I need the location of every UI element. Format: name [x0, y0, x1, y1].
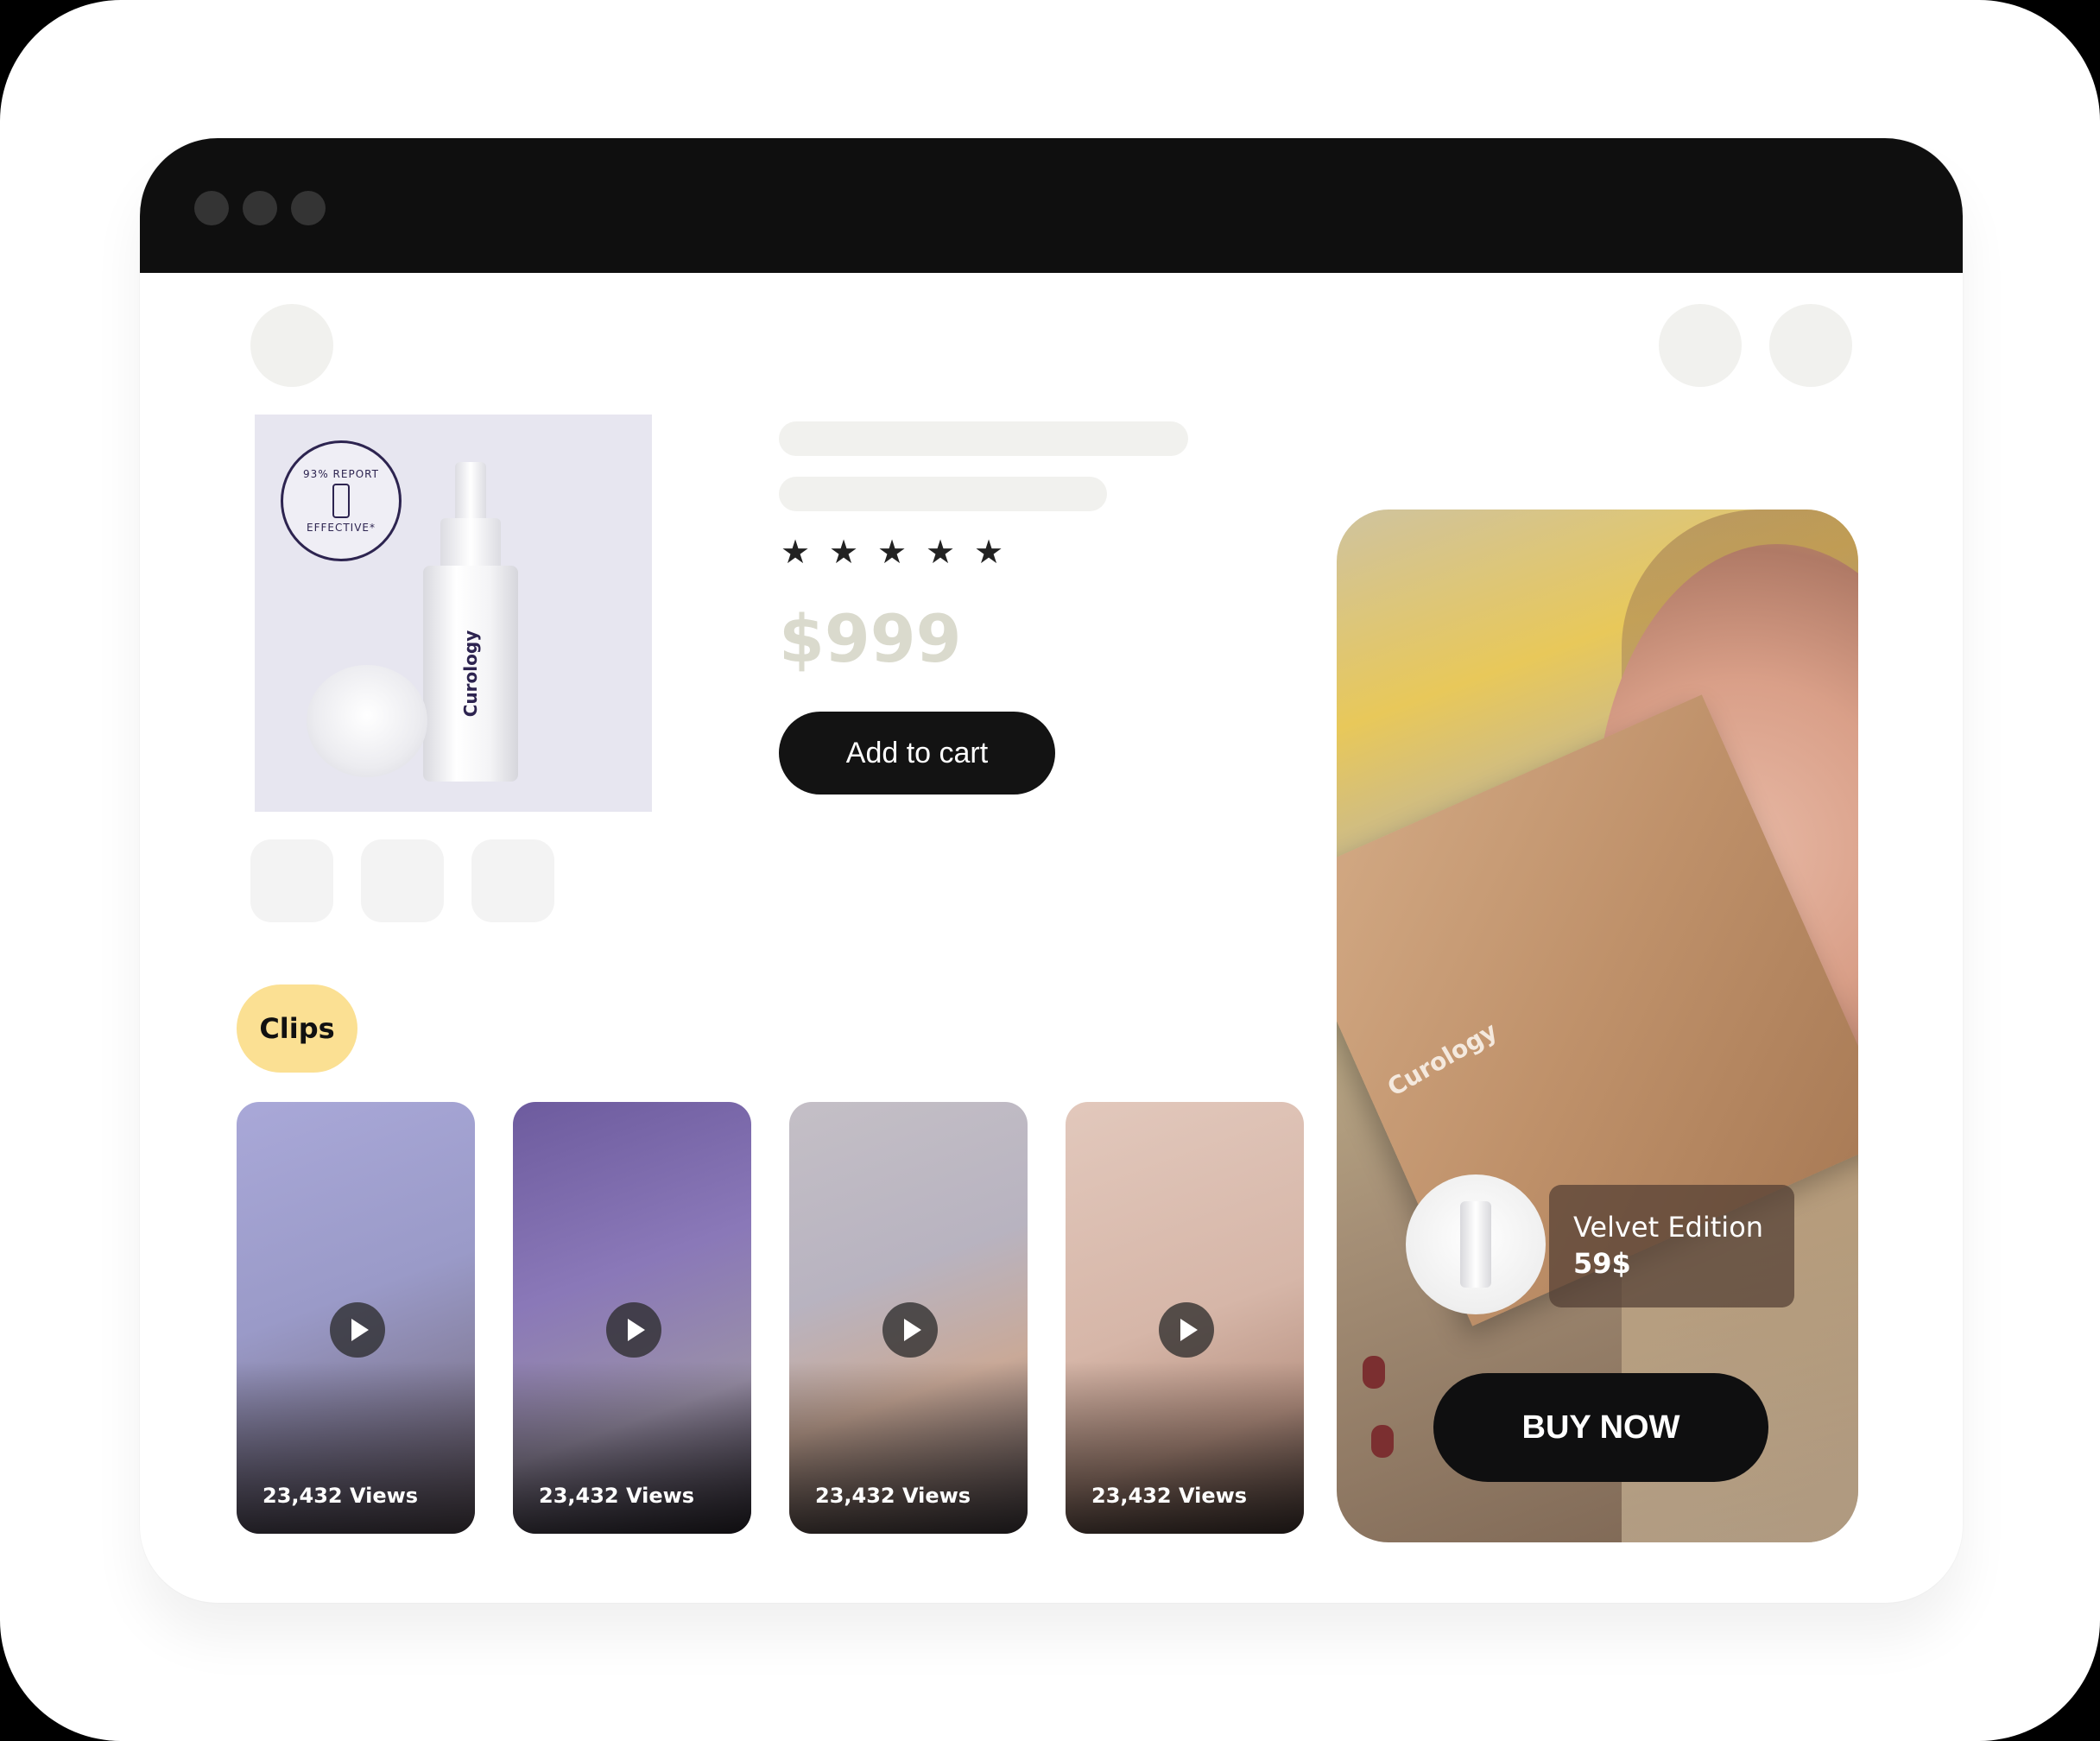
fingernail	[1371, 1425, 1394, 1458]
clip-views: 23,432 Views	[1091, 1484, 1248, 1508]
subtitle-skeleton	[779, 477, 1107, 511]
mini-bottle	[1460, 1201, 1491, 1288]
bottle-cap	[307, 665, 427, 777]
title-skeleton	[779, 421, 1188, 456]
rating-stars: ★ ★ ★ ★ ★	[781, 533, 1004, 571]
clip-card-1[interactable]: 23,432 Views	[237, 1102, 475, 1534]
clip-card-3[interactable]: 23,432 Views	[789, 1102, 1028, 1534]
star-icon: ★	[781, 533, 811, 571]
cart-icon[interactable]	[1769, 304, 1852, 387]
bottle-icon	[332, 484, 350, 518]
bottle-label: Curology	[423, 566, 518, 782]
browser-window: 93% REPORT EFFECTIVE* Curology ★ ★ ★ ★ ★…	[140, 138, 1963, 1603]
clips-tag[interactable]: Clips	[237, 984, 357, 1073]
window-dot-close[interactable]	[194, 191, 229, 225]
featured-product-price: 59$	[1573, 1247, 1631, 1280]
badge-text-bottom: EFFECTIVE*	[306, 522, 376, 534]
menu-icon[interactable]	[250, 304, 333, 387]
play-icon[interactable]	[606, 1302, 661, 1358]
buy-now-button[interactable]: BUY NOW	[1433, 1373, 1768, 1482]
browser-titlebar	[140, 138, 1963, 273]
star-icon: ★	[974, 533, 1004, 571]
thumbnail-1[interactable]	[250, 839, 333, 922]
fingernail	[1363, 1356, 1385, 1389]
product-image[interactable]: 93% REPORT EFFECTIVE* Curology	[255, 415, 652, 812]
clip-shade	[789, 1361, 1028, 1534]
search-icon[interactable]	[1659, 304, 1742, 387]
clip-views: 23,432 Views	[539, 1484, 695, 1508]
featured-video-card[interactable]: Curology Velvet Edition 59$ BUY NOW	[1337, 510, 1858, 1542]
window-dot-maximize[interactable]	[291, 191, 326, 225]
bottle-brand-text: Curology	[460, 630, 481, 718]
bottle-neck	[440, 518, 501, 570]
badge-text-top: 93% REPORT	[303, 468, 379, 480]
clip-views: 23,432 Views	[815, 1484, 971, 1508]
play-icon[interactable]	[882, 1302, 938, 1358]
star-icon: ★	[829, 533, 859, 571]
featured-product-info[interactable]: Velvet Edition 59$	[1549, 1185, 1794, 1307]
outer-card: 93% REPORT EFFECTIVE* Curology ★ ★ ★ ★ ★…	[0, 0, 2100, 1741]
window-dot-minimize[interactable]	[243, 191, 277, 225]
star-icon: ★	[926, 533, 956, 571]
clip-card-4[interactable]: 23,432 Views	[1066, 1102, 1304, 1534]
star-icon: ★	[877, 533, 908, 571]
thumbnail-3[interactable]	[471, 839, 554, 922]
thumbnail-2[interactable]	[361, 839, 444, 922]
clip-views: 23,432 Views	[262, 1484, 419, 1508]
clip-card-2[interactable]: 23,432 Views	[513, 1102, 751, 1534]
clip-shade	[513, 1361, 751, 1534]
effective-badge: 93% REPORT EFFECTIVE*	[281, 440, 402, 561]
featured-product-thumb[interactable]	[1406, 1174, 1546, 1314]
clip-shade	[1066, 1361, 1304, 1534]
clip-shade	[237, 1361, 475, 1534]
featured-product-name: Velvet Edition	[1573, 1211, 1764, 1244]
bottle-pump	[455, 462, 486, 522]
add-to-cart-button[interactable]: Add to cart	[779, 712, 1055, 795]
play-icon[interactable]	[1159, 1302, 1214, 1358]
product-price: $999	[779, 600, 962, 677]
play-icon[interactable]	[330, 1302, 385, 1358]
